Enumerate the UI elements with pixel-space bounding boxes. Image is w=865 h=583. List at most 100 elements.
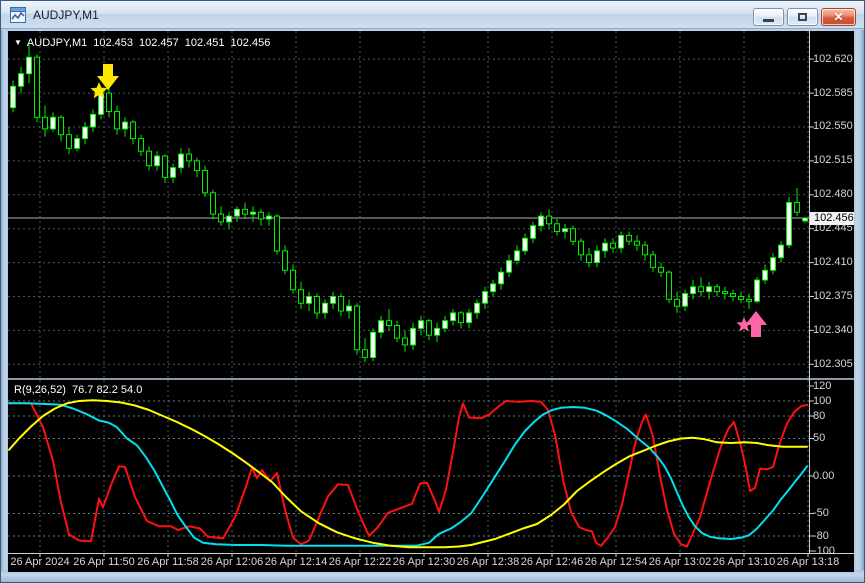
application-window: AUDJPY,M1 ✕ ▼ AUDJPY,M1 102.453 102.457 102.… <box>0 0 865 583</box>
candle-body <box>66 134 72 149</box>
candle-body <box>306 296 312 304</box>
chart-client-area: ▼ AUDJPY,M1 102.453 102.457 102.451 102.456 R… <box>8 31 854 572</box>
oscillator-axis-label: 0.00 <box>813 470 835 482</box>
chevron-down-icon[interactable]: ▼ <box>14 38 22 47</box>
price-axis-label: 102.375 <box>813 290 853 302</box>
candle-body <box>546 215 552 225</box>
candle-body <box>554 223 560 233</box>
candle-body <box>658 266 664 273</box>
indicator-name: R(9,26,52) <box>14 384 66 396</box>
time-axis-label: 26 Apr 11:58 <box>137 556 199 568</box>
candle-body <box>338 296 344 312</box>
candle-body <box>34 56 40 118</box>
ohlc-high: 102.457 <box>139 37 179 49</box>
window-frame-left <box>1 30 8 582</box>
minimize-button[interactable] <box>753 8 784 26</box>
candle-body <box>82 126 88 140</box>
candle-body <box>442 320 448 329</box>
candle-body <box>634 240 640 246</box>
candle-body <box>234 208 240 217</box>
time-axis-label: 26 Apr 12:54 <box>584 556 648 568</box>
ohlc-open: 102.453 <box>93 37 134 49</box>
candle-body <box>378 320 384 333</box>
time-axis-label: 26 Apr 12:30 <box>392 556 456 568</box>
candle-body <box>458 312 464 324</box>
price-axis-label: 102.585 <box>813 87 853 99</box>
candle-body <box>210 192 216 215</box>
ohlc-close: 102.456 <box>230 37 271 49</box>
candle-body <box>58 116 64 136</box>
candle-body <box>426 320 432 336</box>
candle-body <box>194 160 200 172</box>
candle-body <box>498 271 504 285</box>
candle-body <box>618 234 624 249</box>
candle-body <box>250 211 256 215</box>
candle-body <box>586 254 592 264</box>
candle-body <box>410 327 416 346</box>
candle-body <box>18 73 24 87</box>
candle-body <box>362 349 368 358</box>
candle-body <box>506 260 512 273</box>
candle-body <box>690 286 696 295</box>
candle-body <box>450 312 456 322</box>
candle-body <box>538 215 544 227</box>
candle-body <box>74 138 80 149</box>
candle-body <box>522 237 528 252</box>
time-axis-label: 26 Apr 13:02 <box>648 556 712 568</box>
candle-body <box>466 312 472 324</box>
candle-body <box>42 116 48 130</box>
oscillator-axis-label: 80 <box>813 410 826 422</box>
candle-body <box>610 242 616 249</box>
candle-body <box>122 121 128 130</box>
candle-body <box>10 85 16 109</box>
candle-body <box>178 153 184 169</box>
chart-symbol-label: AUDJPY,M1 <box>26 37 88 49</box>
window-titlebar[interactable]: AUDJPY,M1 ✕ <box>1 1 864 29</box>
restore-icon <box>798 13 807 21</box>
chart-ohlc-header[interactable]: ▼ AUDJPY,M1 102.453 102.457 102.451 102.456 <box>14 37 276 49</box>
candle-body <box>314 296 320 314</box>
candle-body <box>746 298 752 302</box>
close-button[interactable]: ✕ <box>821 8 856 26</box>
candle-body <box>386 320 392 327</box>
close-icon: ✕ <box>833 10 844 24</box>
candle-body <box>730 293 736 298</box>
candle-body <box>170 167 176 178</box>
candle-body <box>418 320 424 329</box>
candle-body <box>282 250 288 271</box>
candle-body <box>626 234 632 242</box>
candle-body <box>802 217 808 222</box>
oscillator-axis-label: -80 <box>813 530 829 542</box>
candle-body <box>394 325 400 339</box>
time-axis-label: 26 Apr 11:50 <box>73 556 135 568</box>
candle-body <box>146 150 152 167</box>
candle-body <box>330 296 336 304</box>
candle-body <box>218 213 224 223</box>
candle-body <box>154 155 160 167</box>
candle-body <box>602 242 608 252</box>
chart-canvas[interactable] <box>8 31 854 572</box>
candle-body <box>666 271 672 300</box>
candle-body <box>642 244 648 256</box>
candle-body <box>354 305 360 351</box>
candle-body <box>114 111 120 130</box>
candle-body <box>562 228 568 233</box>
pane-divider[interactable] <box>8 378 854 380</box>
price-axis-label: 102.410 <box>813 256 853 268</box>
minimize-icon <box>763 18 774 22</box>
time-axis-label: 26 Apr 13:18 <box>776 556 840 568</box>
candle-body <box>258 211 264 220</box>
candle-body <box>106 92 112 112</box>
candle-body <box>722 291 728 295</box>
candle-body <box>754 279 760 302</box>
candle-body <box>434 327 440 336</box>
ohlc-low: 102.451 <box>184 37 225 49</box>
candle-body <box>474 302 480 314</box>
restore-button[interactable] <box>787 8 818 26</box>
time-axis-label: 26 Apr 2024 <box>10 556 70 568</box>
window-title: AUDJPY,M1 <box>33 7 99 22</box>
candle-body <box>402 337 408 346</box>
candle-body <box>130 121 136 140</box>
indicator-label: R(9,26,52) 76.7 82.2 54.0 <box>14 384 148 396</box>
candle-body <box>770 257 776 271</box>
